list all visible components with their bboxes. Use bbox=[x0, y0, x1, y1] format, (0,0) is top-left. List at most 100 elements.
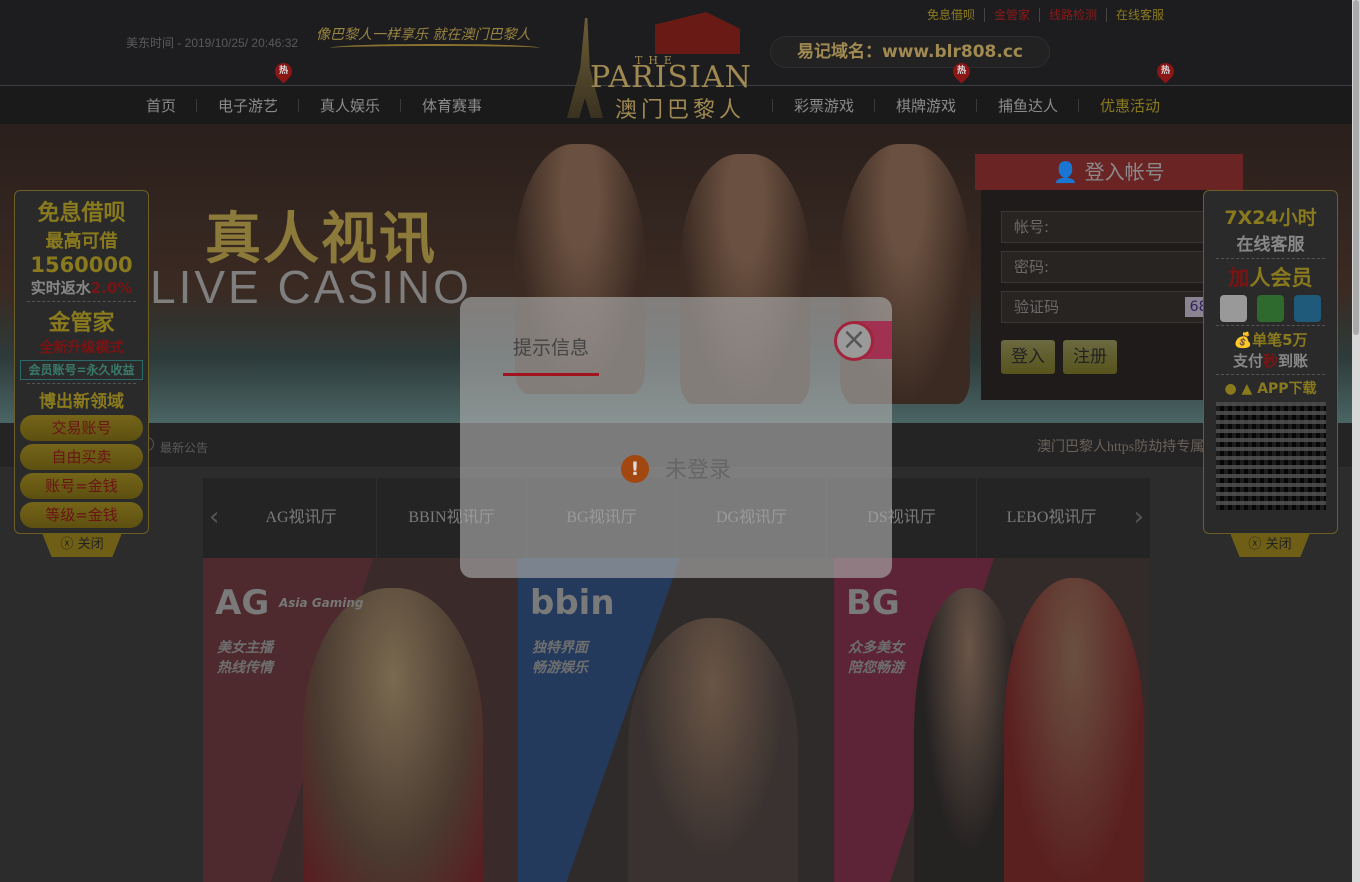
right-sidebar-close[interactable]: ⓧ 关闭 bbox=[1230, 533, 1310, 557]
qr-code bbox=[1215, 402, 1326, 510]
nav-divider bbox=[298, 99, 299, 112]
hot-badge: 热 bbox=[1153, 59, 1178, 84]
account-input[interactable]: 帐号: bbox=[1001, 211, 1231, 243]
rebate-label: 实时返水 bbox=[30, 279, 91, 297]
us-east-time: 美东时间 - 2019/10/25/ 20:46:32 bbox=[126, 36, 299, 50]
nav-divider bbox=[400, 99, 401, 112]
captcha-input[interactable]: 验证码6806 bbox=[1001, 291, 1231, 323]
card-person bbox=[1004, 578, 1144, 882]
card-text: 美女主播 热线传情 bbox=[217, 640, 273, 676]
top-link[interactable]: 线路检测 bbox=[1039, 8, 1106, 22]
top-link[interactable]: 在线客服 bbox=[1106, 8, 1173, 22]
pay-b: 秒 bbox=[1262, 352, 1278, 370]
logo-name: PARISIAN bbox=[590, 60, 752, 95]
qq-icon[interactable] bbox=[1220, 295, 1247, 322]
login-button[interactable]: 登入 bbox=[1001, 340, 1055, 374]
game-tab[interactable]: AG视讯厅 bbox=[226, 478, 376, 558]
close-icon[interactable]: × bbox=[834, 321, 874, 361]
nav-divider bbox=[196, 99, 197, 112]
domain-badge: 易记域名：www.blr808.cc bbox=[770, 36, 1050, 68]
scrollbar[interactable] bbox=[1352, 0, 1360, 882]
rebate-value: 2.0% bbox=[90, 279, 133, 297]
slogan: 像巴黎人一样享乐 就在澳门巴黎人 bbox=[316, 27, 531, 43]
card-brand: bbin bbox=[530, 583, 615, 623]
promo-button[interactable]: 等级=金钱 bbox=[20, 502, 143, 528]
hot-label: 热 bbox=[278, 66, 288, 76]
promo-brand: 金管家 bbox=[48, 310, 115, 336]
card-brand: BG bbox=[846, 583, 900, 623]
register-button[interactable]: 注册 bbox=[1063, 340, 1117, 374]
card-text: 众多美女 陪您畅游 bbox=[848, 640, 904, 676]
service-online[interactable]: 在线客服 bbox=[1204, 230, 1337, 255]
dialog-message: 未登录 bbox=[665, 458, 732, 483]
card-brand-sub: Asia Gaming bbox=[279, 596, 364, 610]
nav-item[interactable]: 电子游艺 bbox=[218, 95, 278, 116]
login-title: 登入帐号 bbox=[1084, 160, 1165, 184]
service-hours: 7X24小时 bbox=[1224, 207, 1317, 229]
captcha-placeholder: 验证码 bbox=[1014, 298, 1060, 316]
slogan-underline bbox=[330, 44, 540, 52]
card-person bbox=[303, 588, 483, 882]
nav-divider bbox=[772, 99, 773, 112]
chevron-left-icon[interactable]: ‹ bbox=[209, 502, 219, 532]
notice-label: 最新公告 bbox=[160, 441, 209, 455]
alipay-icon[interactable] bbox=[1294, 295, 1321, 322]
pay-c: 到账 bbox=[1278, 352, 1309, 370]
card-person bbox=[628, 618, 798, 882]
scrollbar-thumb[interactable] bbox=[1353, 0, 1359, 335]
right-service-sidebar: 7X24小时 在线客服 加人会员 💰单笔5万 支付秒到账 ● ▲ APP下载 bbox=[1203, 190, 1338, 534]
hot-badge: 热 bbox=[271, 59, 296, 84]
pay-a: 支付 bbox=[1232, 352, 1263, 370]
hot-badge: 热 bbox=[949, 59, 974, 84]
top-link[interactable]: 金管家 bbox=[984, 8, 1039, 22]
logo-cn: 澳门巴黎人 bbox=[615, 98, 746, 123]
promo-button[interactable]: 账号=金钱 bbox=[20, 473, 143, 499]
card-brand: AG bbox=[215, 583, 270, 623]
hot-label: 热 bbox=[1160, 66, 1170, 76]
logo[interactable]: THE PARISIAN 澳门巴黎人 bbox=[560, 8, 760, 123]
left-promo-sidebar: 免息借呗 最高可借 1560000 实时返水2.0% 金管家 全新升级模式 会员… bbox=[14, 190, 149, 534]
promo-amount: 1560000 bbox=[30, 253, 133, 277]
join-a: 加 bbox=[1228, 266, 1250, 290]
join-b: 人会员 bbox=[1249, 266, 1313, 290]
android-icon: ▲ bbox=[1241, 381, 1253, 397]
dialog-title: 提示信息 bbox=[513, 337, 590, 359]
top-link[interactable]: 免息借呗 bbox=[918, 8, 984, 22]
game-card-bbin[interactable]: bbin 独特界面 畅游娱乐 bbox=[518, 558, 834, 882]
game-card-bg[interactable]: BG 众多美女 陪您畅游 bbox=[834, 558, 1150, 882]
notice-marquee[interactable]: 澳门巴黎人https防劫持专属 bbox=[1037, 436, 1207, 456]
apple-icon: ● bbox=[1224, 381, 1237, 397]
nav-divider bbox=[874, 99, 875, 112]
app-download[interactable]: APP下载 bbox=[1257, 381, 1316, 397]
money-bag-icon: 💰 bbox=[1233, 331, 1253, 349]
chevron-right-icon[interactable]: › bbox=[1134, 502, 1144, 532]
nav-item[interactable]: 真人娱乐 bbox=[320, 95, 380, 116]
promo-mode: 全新升级模式 bbox=[39, 340, 124, 356]
promo-button[interactable]: 交易账号 bbox=[20, 415, 143, 441]
flag-icon bbox=[655, 12, 740, 54]
single-limit: 单笔5万 bbox=[1252, 331, 1308, 349]
nav-item[interactable]: 体育赛事 bbox=[422, 95, 482, 116]
warning-icon: ! bbox=[621, 455, 649, 483]
promo-line1: 免息借呗 bbox=[37, 201, 126, 226]
left-sidebar-close[interactable]: ⓧ 关闭 bbox=[42, 533, 122, 557]
game-card-ag[interactable]: AG Asia Gaming 美女主播 热线传情 bbox=[203, 558, 519, 882]
password-input[interactable]: 密码: bbox=[1001, 251, 1231, 283]
promo-domain: 博出新领域 bbox=[39, 392, 124, 412]
wechat-icon[interactable] bbox=[1257, 295, 1284, 322]
nav-item[interactable]: 捕鱼达人 bbox=[998, 95, 1058, 116]
nav-item[interactable]: 彩票游戏 bbox=[794, 95, 854, 116]
promo-member: 会员账号=永久收益 bbox=[20, 360, 143, 380]
promo-line2: 最高可借 bbox=[45, 231, 118, 252]
game-tab[interactable]: LEBO视讯厅 bbox=[976, 478, 1126, 558]
nav-item[interactable]: 棋牌游戏 bbox=[896, 95, 956, 116]
nav-item[interactable]: 优惠活动 bbox=[1100, 95, 1160, 116]
nav-item[interactable]: 首页 bbox=[146, 95, 176, 116]
promo-button[interactable]: 自由买卖 bbox=[20, 444, 143, 470]
login-header: 👤 登入帐号 bbox=[975, 154, 1243, 190]
title-underline bbox=[503, 373, 599, 376]
nav-divider bbox=[976, 99, 977, 112]
banner-title-en: LIVE CASINO bbox=[150, 261, 472, 313]
close-label: 关闭 bbox=[77, 537, 104, 552]
top-links: 免息借呗 金管家 线路检测 在线客服 bbox=[918, 8, 1173, 22]
